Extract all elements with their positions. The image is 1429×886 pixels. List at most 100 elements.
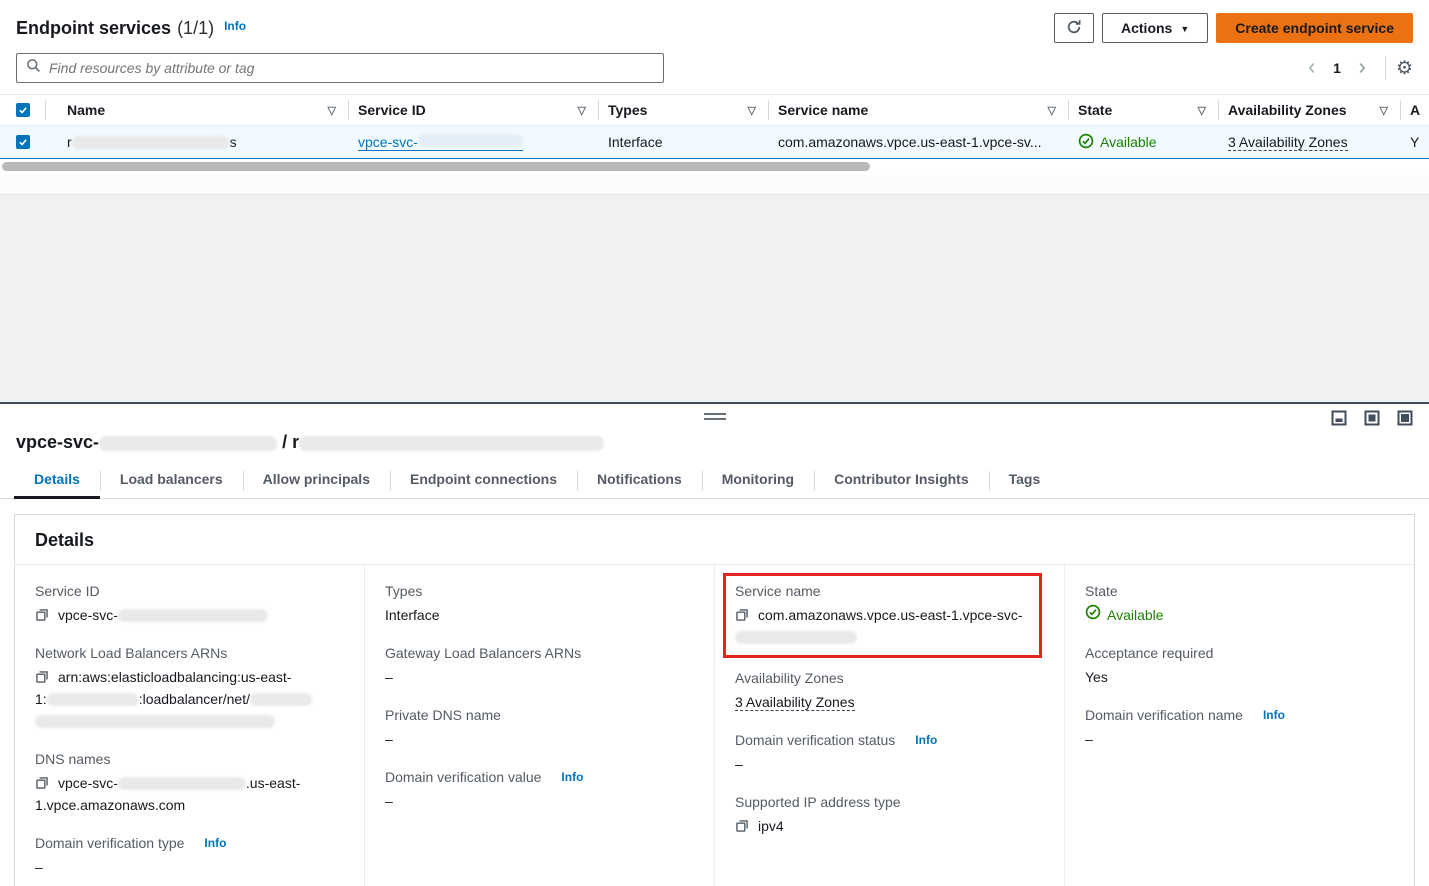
field-domain-verification-status: Domain verification statusInfo – [735,730,1044,775]
resource-count: (1/1) [177,18,214,39]
tab-contributor-insights[interactable]: Contributor Insights [814,463,989,498]
copy-icon[interactable] [35,609,49,625]
availability-zones-popover-link[interactable]: 3 Availability Zones [735,694,855,711]
details-column-3: Service name com.amazonaws.vpce.us-east-… [714,565,1064,886]
availability-zones-popover-link[interactable]: 3 Availability Zones [1228,134,1348,151]
tab-details[interactable]: Details [14,463,100,498]
info-link[interactable]: Info [561,767,583,787]
column-header-partial: A [1410,102,1420,118]
panel-size-medium-button[interactable] [1364,410,1380,426]
tab-load-balancers[interactable]: Load balancers [100,463,243,498]
tab-tags[interactable]: Tags [989,463,1061,498]
details-card-heading: Details [15,515,1414,565]
info-link[interactable]: Info [224,19,246,33]
cell-name: rs [45,126,348,159]
column-header-service-id: Service ID [358,102,426,118]
refresh-button[interactable] [1054,13,1094,43]
details-column-2: Types Interface Gateway Load Balancers A… [364,565,714,886]
details-column-4: State Available Acceptance required Yes … [1064,565,1414,886]
field-domain-verification-type: Domain verification typeInfo – [35,833,344,878]
redacted-text [299,436,604,451]
field-private-dns-name: Private DNS name – [385,705,694,750]
actions-button[interactable]: Actions ▼ [1102,13,1208,43]
filter-icon[interactable]: ▽ [328,104,338,117]
tab-monitoring[interactable]: Monitoring [702,463,814,498]
field-glb-arns: Gateway Load Balancers ARNs – [385,643,694,688]
cell-state: Available [1068,126,1218,159]
next-page-button[interactable] [1349,57,1375,79]
copy-icon[interactable] [35,671,49,687]
page-header: Endpoint services (1/1) Info Actions ▼ C… [0,0,1429,52]
table-row[interactable]: rs vpce-svc- Interface com.amazonaws.vpc… [0,126,1429,159]
row-checkbox[interactable] [16,135,30,149]
column-header-state: State [1078,102,1112,118]
tab-endpoint-connections[interactable]: Endpoint connections [390,463,577,498]
horizontal-scrollbar[interactable] [0,159,1429,172]
field-acceptance-required: Acceptance required Yes [1085,643,1394,688]
select-all-checkbox[interactable] [16,103,30,117]
redacted-text [250,693,312,706]
copy-icon[interactable] [35,777,49,793]
column-header-availability-zones: Availability Zones [1228,102,1347,118]
field-supported-ip: Supported IP address type ipv4 [735,792,1044,837]
cell-availability-zones: 3 Availability Zones [1218,126,1400,159]
redacted-text [35,715,275,728]
filter-icon[interactable]: ▽ [1198,104,1208,117]
preferences-gear-button[interactable]: ⚙ [1396,59,1413,78]
service-id-link[interactable]: vpce-svc- [358,134,523,151]
field-nlb-arns: Network Load Balancers ARNs arn:aws:elas… [35,643,344,732]
field-domain-verification-name: Domain verification nameInfo – [1085,705,1394,750]
field-service-name: Service name com.amazonaws.vpce.us-east-… [735,581,1031,648]
pagination: 1 ⚙ [1299,56,1413,80]
annotation-highlight-box: Service name com.amazonaws.vpce.us-east-… [723,573,1042,658]
field-dns-names: DNS names vpce-svc-.us-east- 1.vpce.amaz… [35,749,344,816]
redacted-text [118,777,246,790]
tab-notifications[interactable]: Notifications [577,463,702,498]
redacted-text [735,631,857,644]
filter-icon[interactable]: ▽ [578,104,588,117]
field-availability-zones: Availability Zones 3 Availability Zones [735,668,1044,713]
redacted-text [418,134,523,147]
redacted-text [99,436,277,451]
info-link[interactable]: Info [204,833,226,853]
redacted-text [118,609,268,622]
filter-icon[interactable]: ▽ [748,104,758,117]
column-header-types: Types [608,102,647,118]
status-available-icon [1085,604,1101,626]
field-domain-verification-value: Domain verification valueInfo – [385,767,694,812]
panel-size-small-button[interactable] [1331,410,1347,426]
split-panel-drag-handle[interactable] [704,413,726,420]
details-column-1: Service ID vpce-svc- Network Load Balanc… [15,565,364,886]
redacted-text [47,693,139,706]
info-link[interactable]: Info [1263,705,1285,725]
prev-page-button[interactable] [1299,57,1325,79]
cell-service-name: com.amazonaws.vpce.us-east-1.vpce-sv... [768,126,1068,159]
tab-allow-principals[interactable]: Allow principals [243,463,390,498]
cell-service-id: vpce-svc- [348,126,598,159]
search-input[interactable] [49,60,654,76]
divider [1385,56,1386,80]
info-link[interactable]: Info [915,730,937,750]
table-footer-strip [0,175,1429,195]
field-state: State Available [1085,581,1394,626]
field-service-id: Service ID vpce-svc- [35,581,344,626]
copy-icon[interactable] [735,609,749,625]
table-header-row: Name▽ Service ID▽ Types▽ Service name▽ S… [0,95,1429,126]
cell-acceptance-partial: Y [1400,126,1429,159]
panel-size-large-button[interactable] [1397,410,1413,426]
current-page: 1 [1325,60,1349,76]
search-icon [26,58,41,78]
filter-icon[interactable]: ▽ [1380,104,1390,117]
refresh-icon [1066,19,1082,38]
copy-icon[interactable] [735,820,749,836]
chevron-down-icon: ▼ [1180,24,1189,34]
split-panel-title: vpce-svc- / r [0,430,1429,463]
column-header-service-name: Service name [778,102,868,118]
page-title: Endpoint services [16,18,171,39]
toolbar: 1 ⚙ [0,52,1429,84]
scrollbar-thumb[interactable] [2,162,870,171]
filter-icon[interactable]: ▽ [1048,104,1058,117]
details-card: Details Service ID vpce-svc- Network Loa… [14,514,1415,886]
search-box[interactable] [16,53,664,83]
create-endpoint-service-button[interactable]: Create endpoint service [1216,13,1413,43]
